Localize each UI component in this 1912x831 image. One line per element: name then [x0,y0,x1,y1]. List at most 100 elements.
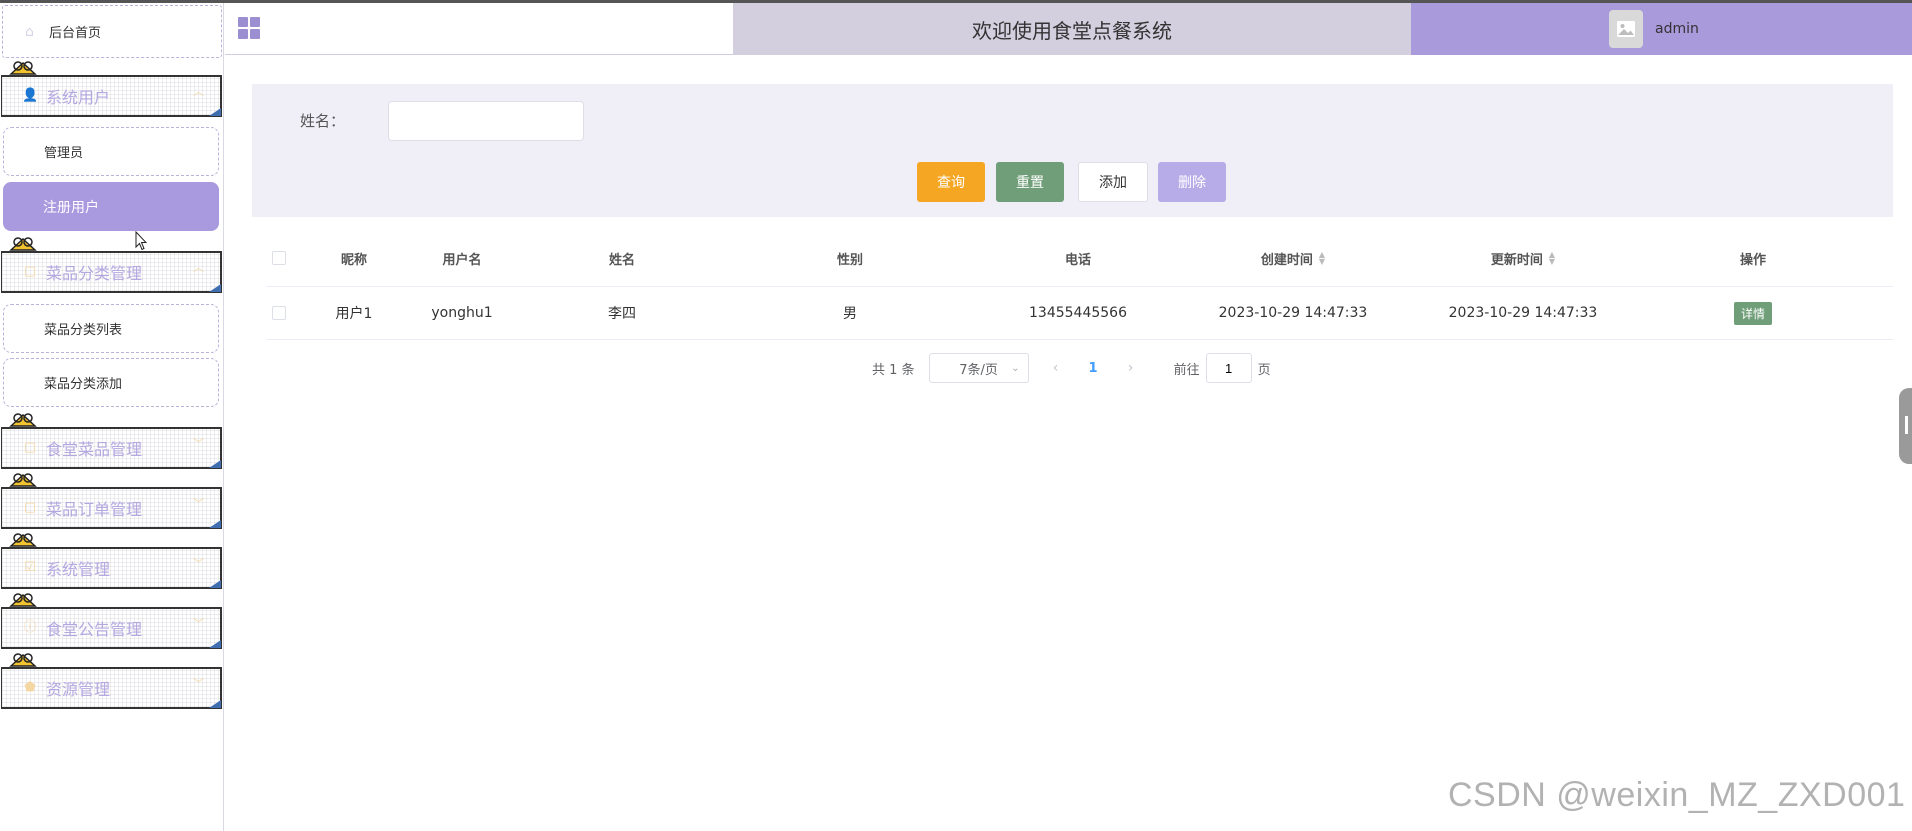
sidebar-group-dish-orders[interactable]: ▢ 菜品订单管理 ﹀ [1,487,222,529]
chevron-up-icon: ︿ [193,85,204,98]
sidebar-group-dish-category[interactable]: ▢ 菜品分类管理 ︿ [1,251,222,293]
edit-icon: ▢ [23,440,37,455]
sort-caret-icon[interactable]: ▲ ▼ [1549,251,1555,266]
page-size-value: 7条/页 [959,362,998,378]
chevron-down-icon: ﹀ [193,617,204,630]
select-all-cell [266,230,292,286]
page-size-select[interactable]: 7条/页 ⌄ [928,353,1029,383]
cell-created: 2023-10-29 14:47:33 [1218,305,1368,321]
chevron-down-icon: ⌄ [1011,362,1020,374]
top-header: 欢迎使用食堂点餐系统 admin [225,3,1912,55]
chevron-down-icon: ﹀ [193,557,204,570]
row-select-cell [266,287,292,339]
row-checkbox[interactable] [272,306,286,320]
watermark: CSDN @weixin_MZ_ZXD001 [1448,776,1906,814]
current-page[interactable]: 1 [1089,361,1098,376]
sidebar-group-label: 资源管理 [46,680,111,699]
sidebar-item-dish-category-add[interactable]: 菜品分类添加 [3,358,219,407]
column-header-label: 更新时间 [1490,252,1543,268]
sidebar-group-label: 系统管理 [46,560,111,579]
reset-button[interactable]: 重置 [996,162,1064,202]
select-all-checkbox[interactable] [272,251,286,265]
home-icon: ⌂ [25,23,34,40]
sort-caret-icon[interactable]: ▲ ▼ [1319,251,1325,266]
column-header-name: 姓名 [608,252,635,268]
chevron-down-icon: ﹀ [193,677,204,690]
sidebar-item-label: 菜品分类添加 [44,377,123,392]
column-header-nickname: 昵称 [340,252,367,268]
sidebar: ⌂ 后台首页 👤 系统用户 ︿ 管理员 注册用户 ▢ 菜品分类管理 ︿ 菜品分类… [0,3,224,831]
sidebar-group-label: 食堂菜品管理 [46,440,143,459]
goto-suffix: 页 [1257,362,1271,378]
sidebar-group-canteen-dishes[interactable]: ▢ 食堂菜品管理 ﹀ [1,427,222,469]
column-header-gender: 性别 [836,252,863,268]
table-row: 用户1 yonghu1 李四 男 13455445566 2023-10-29 … [266,287,1893,340]
name-search-input[interactable] [388,101,584,141]
user-panel[interactable]: admin [1411,3,1912,55]
cell-name: 李四 [608,306,636,322]
page-fold-decoration [209,580,221,588]
page-title: 欢迎使用食堂点餐系统 [733,3,1411,55]
column-header-updated[interactable]: 更新时间 ▲ ▼ [1408,230,1638,286]
cell-username: yonghu1 [431,305,493,321]
cell-gender: 男 [843,306,857,322]
sidebar-group-label: 食堂公告管理 [46,620,143,639]
search-panel: 姓名： 查询 重置 添加 删除 [252,84,1893,217]
page-fold-decoration [209,108,221,116]
next-page-icon[interactable]: › [1116,360,1146,376]
page-fold-decoration [209,640,221,648]
page-fold-decoration [209,284,221,292]
sidebar-item-registered-users[interactable]: 注册用户 [3,182,219,231]
folder-icon: ▢ [23,264,37,279]
name-label: 姓名： [300,112,346,130]
cell-nickname: 用户1 [335,306,373,322]
sidebar-item-label: 管理员 [44,146,84,161]
username: admin [1655,21,1699,37]
column-header-phone: 电话 [1064,252,1091,268]
sidebar-group-system-users[interactable]: 👤 系统用户 ︿ [1,75,222,117]
pagination: 共 1 条 7条/页 ⌄ ‹ 1 › 前往 页 [872,353,1271,383]
sidebar-group-resources[interactable]: ⬟ 资源管理 ﹀ [1,667,222,709]
total-count: 共 1 条 [872,362,915,378]
add-button[interactable]: 添加 [1078,162,1148,202]
goto-page-input[interactable] [1205,353,1252,383]
sidebar-item-label: 注册用户 [43,199,99,216]
delete-button[interactable]: 删除 [1158,162,1226,202]
chevron-up-icon: ︿ [193,261,204,274]
sidebar-group-label: 系统用户 [46,88,111,107]
info-icon: ⓘ [23,620,37,635]
user-icon: 👤 [22,88,39,103]
column-header-created[interactable]: 创建时间 ▲ ▼ [1178,230,1408,286]
cell-updated: 2023-10-29 14:47:33 [1448,305,1598,321]
sidebar-group-label: 菜品分类管理 [46,264,143,283]
users-table: 昵称 用户名 姓名 性别 电话 创建时间 ▲ ▼ 更新时间 ▲ ▼ 操作 用户1 y… [266,230,1893,340]
column-header-actions: 操作 [1739,252,1766,268]
chevron-down-icon: ﹀ [193,497,204,510]
goto-prefix: 前往 [1173,362,1200,378]
header-left [225,3,733,55]
page-fold-decoration [209,520,221,528]
detail-button[interactable]: 详情 [1733,301,1772,325]
sidebar-item-admins[interactable]: 管理员 [3,127,219,176]
column-header-label: 创建时间 [1260,252,1313,268]
drawer-handle[interactable] [1899,388,1912,464]
page-fold-decoration [209,700,221,708]
sidebar-group-label: 菜品订单管理 [46,500,143,519]
prev-page-icon[interactable]: ‹ [1041,360,1071,376]
avatar[interactable] [1609,10,1643,48]
sidebar-item-label: 菜品分类列表 [44,323,123,338]
image-icon [1617,21,1635,37]
sidebar-group-system-management[interactable]: ☑ 系统管理 ﹀ [1,547,222,589]
sidebar-item-home[interactable]: ⌂ 后台首页 [2,5,222,58]
menu-grid-icon[interactable] [238,17,260,39]
sidebar-item-dish-category-list[interactable]: 菜品分类列表 [3,304,219,353]
cell-actions: 详情 [1638,287,1868,339]
column-header-username: 用户名 [442,252,482,268]
mouse-cursor-icon [135,231,147,251]
table-header-row: 昵称 用户名 姓名 性别 电话 创建时间 ▲ ▼ 更新时间 ▲ ▼ 操作 [266,230,1893,287]
chevron-down-icon: ﹀ [193,437,204,450]
sidebar-item-label: 后台首页 [49,26,102,41]
sidebar-group-announcements[interactable]: ⓘ 食堂公告管理 ﹀ [1,607,222,649]
query-button[interactable]: 查询 [917,162,985,202]
cell-phone: 13455445566 [1029,305,1127,321]
